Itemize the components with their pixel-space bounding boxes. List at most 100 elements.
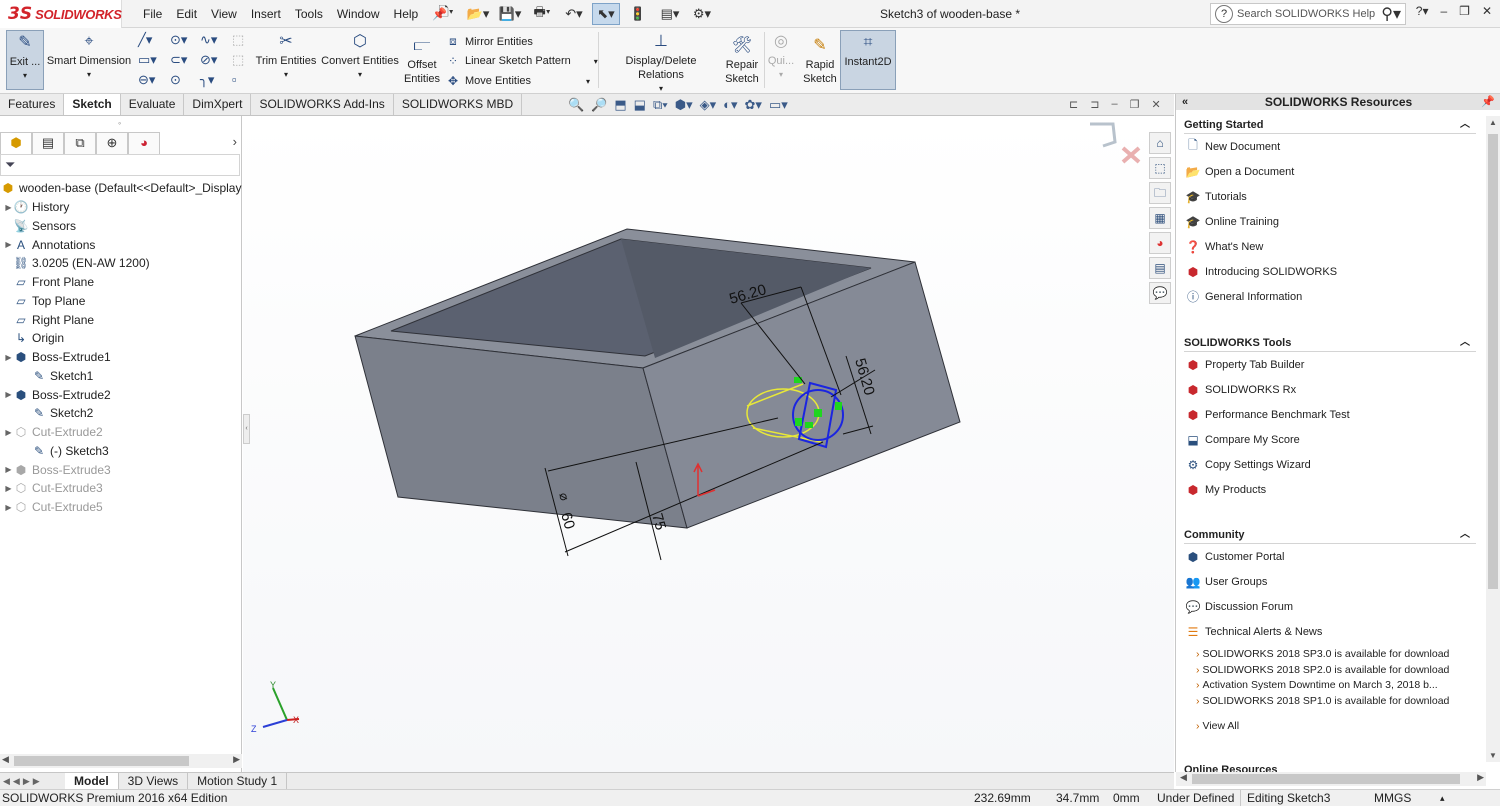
expand-arrow-icon[interactable]: ▶	[4, 240, 13, 249]
viewport-restore-icon[interactable]: ❐	[1130, 98, 1140, 111]
tab-evaluate[interactable]: Evaluate	[121, 94, 185, 115]
tree-item-history[interactable]: ▶ 🕐 History	[0, 198, 242, 217]
close-icon[interactable]: ✕	[1482, 4, 1492, 18]
tree-root-part[interactable]: ⬢ wooden-base (Default<<Default>_Display	[0, 179, 242, 198]
graphics-area[interactable]: 56.20 56.20 ⌀ 60 75 Y X Z ‹	[243, 116, 1174, 772]
tab-features[interactable]: Features	[0, 94, 65, 115]
section-view-icon[interactable]: ⬓	[634, 97, 646, 113]
online-resources-title[interactable]: Online Resources	[1184, 764, 1476, 772]
scroll-down-icon[interactable]: ▼	[1489, 751, 1497, 760]
rectangle-icon[interactable]: ▭▾	[138, 52, 157, 68]
scroll-left-icon[interactable]: ◀	[1180, 772, 1187, 783]
tree-item-boss-extrude1[interactable]: ▶ ⬢ Boss-Extrude1	[0, 348, 242, 367]
resources-scrollbar[interactable]: ▲ ▼	[1486, 116, 1500, 762]
resource-link-new-document[interactable]: 🗋 New Document	[1184, 134, 1476, 159]
resource-link-compare-my-score[interactable]: ⬓ Compare My Score	[1184, 427, 1476, 452]
tile-left-icon[interactable]: ⊏	[1069, 98, 1078, 111]
view-orientation-icon[interactable]: ⬢▾	[675, 97, 693, 113]
display-delete-relations-button[interactable]: ⊥ Display/Delete Relations ▾	[602, 30, 720, 96]
status-units[interactable]: MMGS	[1374, 790, 1411, 806]
dimxpert-manager-tab-icon[interactable]: ⊕	[96, 132, 128, 154]
move-entities-button[interactable]: ✥ Move Entities ▾	[446, 74, 590, 88]
repair-sketch-button[interactable]: 🛠 Repair Sketch	[722, 34, 762, 86]
menu-edit[interactable]: Edit	[169, 7, 204, 21]
spline-icon[interactable]: ∿▾	[200, 32, 217, 48]
news-item[interactable]: SOLIDWORKS 2018 SP2.0 is available for d…	[1184, 663, 1476, 679]
forum-task-icon[interactable]: 💬	[1149, 282, 1171, 304]
tree-item-cut-extrude2[interactable]: ▶ ⬡ Cut-Extrude2	[0, 423, 242, 442]
relation-marker[interactable]	[805, 422, 813, 428]
previous-view-icon[interactable]: ⬒	[614, 97, 626, 113]
resource-link-online-training[interactable]: 🎓 Online Training	[1184, 209, 1476, 234]
tree-item-boss-extrude2[interactable]: ▶ ⬢ Boss-Extrude2	[0, 385, 242, 404]
tree-item-cut-extrude3[interactable]: ▶ ⬡ Cut-Extrude3	[0, 479, 242, 498]
expand-arrow-icon[interactable]: ▶	[4, 503, 13, 512]
expand-arrow-icon[interactable]: ▶	[4, 353, 13, 362]
resource-link-what-s-new[interactable]: ❓ What's New	[1184, 234, 1476, 259]
slot-icon[interactable]: ⊂▾	[170, 52, 187, 68]
relation-marker[interactable]	[835, 402, 842, 410]
tab-mbd[interactable]: SOLIDWORKS MBD	[394, 94, 523, 115]
expand-arrow-icon[interactable]: ▶	[4, 465, 13, 474]
resource-link-property-tab-builder[interactable]: ⬢ Property Tab Builder	[1184, 352, 1476, 377]
sketch-text-icon[interactable]: ⬚	[232, 32, 244, 48]
menu-help[interactable]: Help	[387, 7, 426, 21]
tab-nav-arrows-icon[interactable]: ◀◀▶▶	[0, 776, 65, 787]
viewport-close-icon[interactable]: ✕	[1151, 98, 1160, 111]
tree-item-top-plane[interactable]: ▱ Top Plane	[0, 292, 242, 311]
units-dropdown-icon[interactable]: ▴	[1440, 790, 1445, 806]
line-icon[interactable]: ╱▾	[138, 32, 152, 48]
scroll-left-icon[interactable]: ◀	[2, 754, 9, 765]
menu-view[interactable]: View	[204, 7, 244, 21]
relation-marker[interactable]	[795, 418, 802, 426]
filter-icon[interactable]: ⏷	[0, 154, 240, 176]
tree-item-sketch3[interactable]: ✎ (-) Sketch3	[0, 442, 242, 461]
offset-entities-button[interactable]: ⫍ Offset Entities	[402, 34, 442, 86]
help-menu-icon[interactable]: ?▾	[1416, 4, 1429, 18]
scroll-thumb[interactable]	[1192, 774, 1460, 784]
resources-section-title[interactable]: Getting Started ︿	[1184, 116, 1476, 134]
dynamic-annotation-icon[interactable]: ⧉▾	[653, 97, 668, 113]
news-item[interactable]: SOLIDWORKS 2018 SP1.0 is available for d…	[1184, 694, 1476, 710]
resource-link-user-groups[interactable]: 👥 User Groups	[1184, 569, 1476, 594]
menu-tools[interactable]: Tools	[288, 7, 330, 21]
plane-sketch-icon[interactable]: ⬚	[232, 52, 244, 68]
view-all-link[interactable]: View All	[1184, 719, 1476, 735]
restore-icon[interactable]: ❐	[1459, 4, 1470, 18]
rebuild-icon[interactable]: 🚦	[624, 3, 652, 25]
scroll-right-icon[interactable]: ▶	[233, 754, 240, 765]
panel-splitter-handle[interactable]: ◦	[118, 118, 121, 128]
dimension-depth-value[interactable]: 75	[648, 511, 669, 532]
menu-file[interactable]: File	[136, 7, 169, 21]
minimize-icon[interactable]: –	[1440, 4, 1447, 18]
exit-sketch-button[interactable]: ✎ Exit ... ▾	[6, 30, 44, 90]
home-icon[interactable]: ⌂	[1149, 132, 1171, 154]
tile-right-icon[interactable]: ⊐	[1090, 98, 1099, 111]
instant2d-button[interactable]: ⌗ Instant2D	[840, 30, 896, 90]
mirror-entities-button[interactable]: ⧈ Mirror Entities	[446, 34, 533, 49]
scroll-up-icon[interactable]: ▲	[1489, 118, 1497, 127]
feature-tree-tab-icon[interactable]: ⬢	[0, 132, 32, 154]
new-file-icon[interactable]: 🗋▾	[432, 3, 460, 25]
chevron-up-icon[interactable]: ︿	[1460, 334, 1470, 352]
appearances-icon[interactable]: ◕	[1149, 232, 1171, 254]
relation-marker[interactable]	[814, 409, 822, 417]
tab-3d-views[interactable]: 3D Views	[119, 773, 189, 789]
resources-hscrollbar[interactable]: ◀ ▶	[1176, 772, 1486, 786]
view-palette-icon[interactable]: ▦	[1149, 207, 1171, 229]
resource-link-my-products[interactable]: ⬢ My Products	[1184, 477, 1476, 502]
resource-link-technical-alerts-news[interactable]: ☰ Technical Alerts & News	[1184, 619, 1476, 644]
smart-dimension-button[interactable]: ⌖ Smart Dimension ▾	[46, 30, 132, 82]
circle-icon[interactable]: ⊙▾	[170, 32, 187, 48]
viewport-minimize-icon[interactable]: –	[1111, 98, 1117, 111]
scroll-thumb[interactable]	[14, 756, 189, 766]
tab-dimxpert[interactable]: DimXpert	[184, 94, 252, 115]
search-icon[interactable]: ⚲▾	[1381, 4, 1401, 24]
resource-link-introducing-solidworks[interactable]: ⬢ Introducing SOLIDWORKS	[1184, 259, 1476, 284]
file-explorer-icon[interactable]: 🗀	[1149, 182, 1171, 204]
news-item[interactable]: SOLIDWORKS 2018 SP3.0 is available for d…	[1184, 647, 1476, 663]
resource-link-copy-settings-wizard[interactable]: ⚙ Copy Settings Wizard	[1184, 452, 1476, 477]
resource-link-solidworks-rx[interactable]: ⬢ SOLIDWORKS Rx	[1184, 377, 1476, 402]
print-icon[interactable]: 🖶▾	[528, 3, 556, 25]
expand-arrow-icon[interactable]: ▶	[4, 484, 13, 493]
